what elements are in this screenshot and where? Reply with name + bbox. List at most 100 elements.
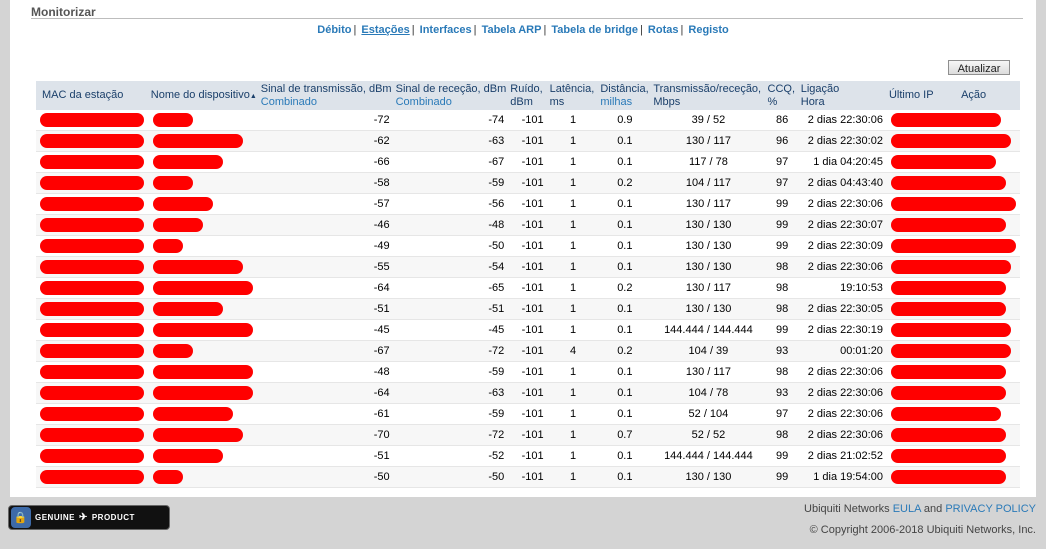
cell-last-ip[interactable]	[886, 235, 1020, 257]
tab-tabela-bridge[interactable]: Tabela de bridge	[551, 24, 638, 36]
cell-mac[interactable]	[36, 445, 149, 467]
cell-distance: 0.1	[598, 361, 652, 383]
col-device[interactable]: Nome do dispositivo▲	[148, 81, 259, 110]
cell-mac[interactable]	[36, 466, 149, 488]
col-mac[interactable]: MAC da estação	[36, 81, 149, 110]
col-rx-signal[interactable]: Sinal de receção, dBm Combinado	[393, 81, 509, 110]
col-noise[interactable]: Ruído, dBm	[508, 81, 548, 110]
col-connection[interactable]: Ligação Hora	[798, 81, 887, 110]
col-ccq[interactable]: CCQ,%	[765, 81, 799, 110]
cell-ccq: 99	[765, 445, 799, 467]
redaction-mark	[152, 155, 223, 169]
cell-mac[interactable]	[36, 172, 149, 194]
cell-mac[interactable]	[36, 110, 149, 131]
cell-mac[interactable]	[36, 214, 149, 236]
cell-mac[interactable]	[36, 361, 149, 383]
cell-mac[interactable]	[36, 277, 149, 299]
cell-last-ip[interactable]	[886, 403, 1020, 425]
table-row: -64 -65 -101 1 0.2 130 / 117 98 19:10:53	[36, 277, 1020, 299]
cell-rx-signal: -50	[393, 235, 509, 257]
cell-latency: 1	[547, 361, 599, 383]
cell-mac[interactable]	[36, 193, 149, 215]
cell-rx-signal: -52	[393, 445, 509, 467]
redaction-mark	[40, 197, 144, 211]
cell-mac[interactable]	[36, 235, 149, 257]
refresh-button[interactable]: Atualizar	[948, 60, 1010, 75]
cell-distance: 0.1	[598, 235, 652, 257]
cell-last-ip[interactable]	[886, 214, 1020, 236]
col-rx-signal-combined[interactable]: Combinado	[396, 96, 507, 109]
redaction-mark	[890, 134, 1011, 148]
col-distance-unit[interactable]: milhas	[600, 96, 632, 108]
cell-mac[interactable]	[36, 298, 149, 320]
cell-mac[interactable]	[36, 319, 149, 341]
cell-distance: 0.1	[598, 403, 652, 425]
cell-connection: 2 dias 22:30:06	[798, 382, 887, 404]
cell-mac[interactable]	[36, 130, 149, 152]
cell-latency: 1	[547, 319, 599, 341]
cell-last-ip[interactable]	[886, 340, 1020, 362]
cell-connection: 1 dia 04:20:45	[798, 151, 887, 173]
cell-tx-signal: -70	[258, 424, 394, 446]
col-noise-label: Ruído,	[510, 82, 543, 95]
tab-interfaces[interactable]: Interfaces	[420, 24, 472, 36]
col-last-ip-label: Último IP	[888, 89, 934, 101]
cell-mac[interactable]	[36, 403, 149, 425]
cell-last-ip[interactable]	[886, 277, 1020, 299]
eula-link[interactable]: EULA	[893, 503, 921, 515]
cell-distance: 0.1	[598, 466, 652, 488]
redaction-mark	[890, 281, 1006, 295]
col-latency[interactable]: Latência, ms	[547, 81, 599, 110]
cell-mac[interactable]	[36, 382, 149, 404]
cell-last-ip[interactable]	[886, 193, 1020, 215]
col-distance[interactable]: Distância, milhas	[598, 81, 652, 110]
col-tx-signal[interactable]: Sinal de transmissão, dBm Combinado	[258, 81, 394, 110]
cell-last-ip[interactable]	[886, 256, 1020, 278]
col-last-ip[interactable]: Último IP	[886, 81, 960, 110]
cell-last-ip[interactable]	[886, 445, 1020, 467]
tab-tabela-arp[interactable]: Tabela ARP	[482, 24, 542, 36]
cell-last-ip[interactable]	[886, 151, 1020, 173]
cell-rate: 104 / 78	[651, 382, 766, 404]
cell-last-ip[interactable]	[886, 110, 1020, 131]
redaction-mark	[152, 428, 243, 442]
cell-tx-signal: -64	[258, 382, 394, 404]
tab-rotas[interactable]: Rotas	[648, 24, 679, 36]
cell-last-ip[interactable]	[886, 382, 1020, 404]
cell-last-ip[interactable]	[886, 424, 1020, 446]
tab-debito[interactable]: Débito	[317, 24, 351, 36]
cell-last-ip[interactable]	[886, 298, 1020, 320]
cell-mac[interactable]	[36, 340, 149, 362]
cell-connection: 2 dias 22:30:07	[798, 214, 887, 236]
cell-last-ip[interactable]	[886, 172, 1020, 194]
cell-noise: -101	[508, 340, 548, 362]
cell-connection: 2 dias 22:30:09	[798, 235, 887, 257]
cell-rx-signal: -65	[393, 277, 509, 299]
tab-estacoes[interactable]: Estações	[361, 24, 409, 36]
cell-mac[interactable]	[36, 424, 149, 446]
cell-last-ip[interactable]	[886, 361, 1020, 383]
section-title: Monitorizar	[31, 5, 96, 19]
col-ccq-unit: %	[767, 95, 778, 108]
cell-rx-signal: -74	[393, 110, 509, 131]
redaction-mark	[40, 386, 144, 400]
cell-mac[interactable]	[36, 151, 149, 173]
col-rate[interactable]: Transmissão/receção, Mbps	[651, 81, 766, 110]
cell-last-ip[interactable]	[886, 130, 1020, 152]
genuine-product-badge[interactable]: 🔒 GENUINE ✈ PRODUCT	[8, 505, 170, 530]
cell-rate: 130 / 130	[651, 466, 766, 488]
redaction-mark	[40, 113, 144, 127]
tab-registo[interactable]: Registo	[688, 24, 728, 36]
privacy-policy-link[interactable]: PRIVACY POLICY	[945, 503, 1036, 515]
cell-mac[interactable]	[36, 256, 149, 278]
redaction-mark	[890, 407, 1001, 421]
col-tx-signal-combined[interactable]: Combinado	[261, 96, 392, 109]
cell-distance: 0.1	[598, 193, 652, 215]
cell-rate: 39 / 52	[651, 110, 766, 131]
cell-tx-signal: -58	[258, 172, 394, 194]
cell-last-ip[interactable]	[886, 319, 1020, 341]
cell-rate: 117 / 78	[651, 151, 766, 173]
cell-latency: 1	[547, 235, 599, 257]
cell-last-ip[interactable]	[886, 466, 1020, 488]
cell-distance: 0.9	[598, 110, 652, 131]
